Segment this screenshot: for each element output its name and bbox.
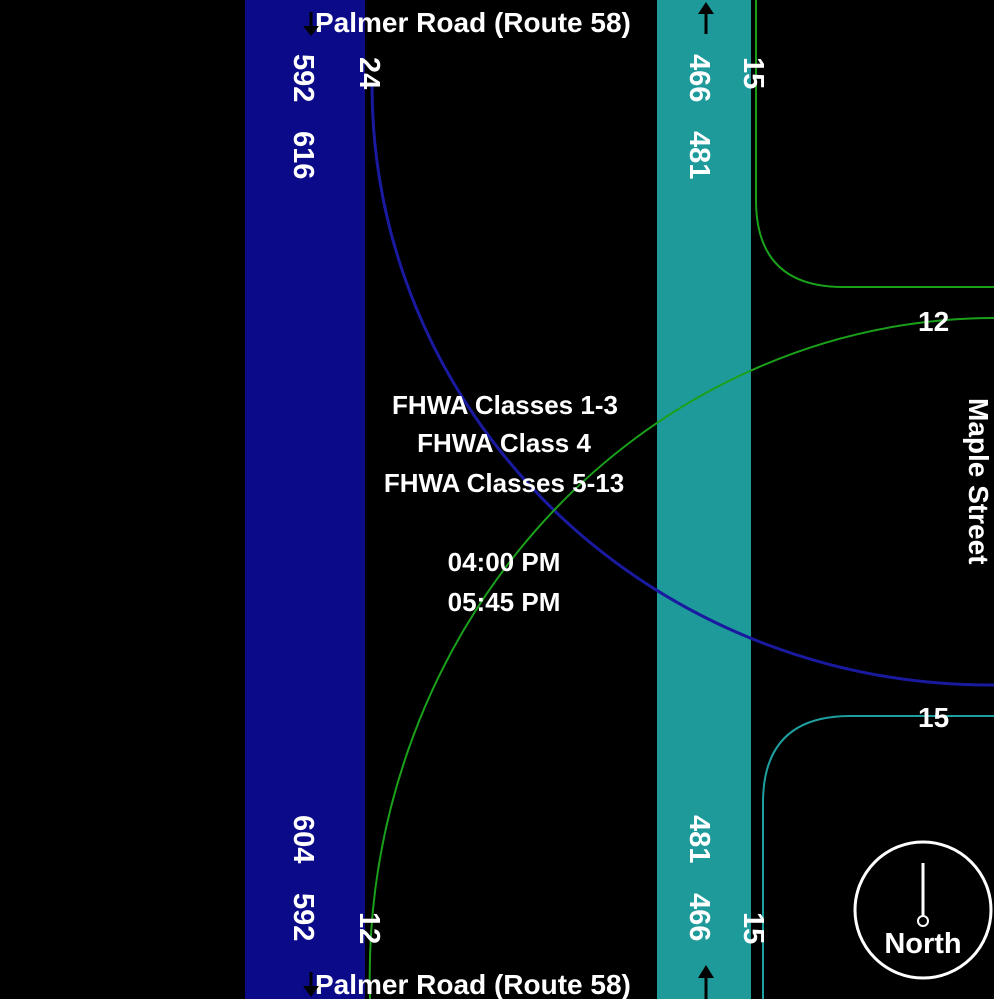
flow-map-canvas: Palmer Road (Route 58) Palmer Road (Rout… (245, 0, 994, 999)
north-northbound-turn-count: 15 (737, 57, 769, 89)
north-northbound-count-a: 466 (683, 54, 715, 102)
northbound-to-maple-turn-curve (755, 0, 994, 288)
south-southbound-count-b: 604 (287, 815, 319, 863)
south-street-label: Palmer Road (Route 58) (315, 969, 631, 999)
east-upper-count: 12 (918, 306, 949, 337)
east-lower-count: 15 (918, 702, 949, 733)
legend-classes-5-13: FHWA Classes 5-13 (384, 468, 624, 498)
north-northbound-count-b: 481 (683, 131, 715, 179)
south-northbound-turn-count: 15 (737, 912, 769, 944)
time-start: 04:00 PM (448, 547, 561, 577)
compass-label: North (884, 928, 961, 960)
east-street-label: Maple Street (963, 398, 994, 565)
north-southbound-count-b: 616 (287, 131, 319, 179)
south-northbound-count-a: 466 (683, 893, 715, 941)
flow-map: Palmer Road (Route 58) Palmer Road (Rout… (0, 0, 994, 999)
south-left-turn-count: 12 (353, 912, 385, 944)
legend-class-4: FHWA Class 4 (417, 428, 591, 458)
compass-pivot (917, 915, 929, 927)
south-southbound-count-a: 592 (287, 893, 319, 941)
south-northbound-count-b: 481 (683, 815, 715, 863)
legend-classes-1-3: FHWA Classes 1-3 (392, 390, 618, 420)
time-end: 05:45 PM (448, 587, 561, 617)
north-southbound-count-a: 592 (287, 54, 319, 102)
north-street-label: Palmer Road (Route 58) (315, 7, 631, 38)
north-compass: North (853, 840, 993, 980)
north-right-turn-count: 24 (353, 57, 385, 89)
